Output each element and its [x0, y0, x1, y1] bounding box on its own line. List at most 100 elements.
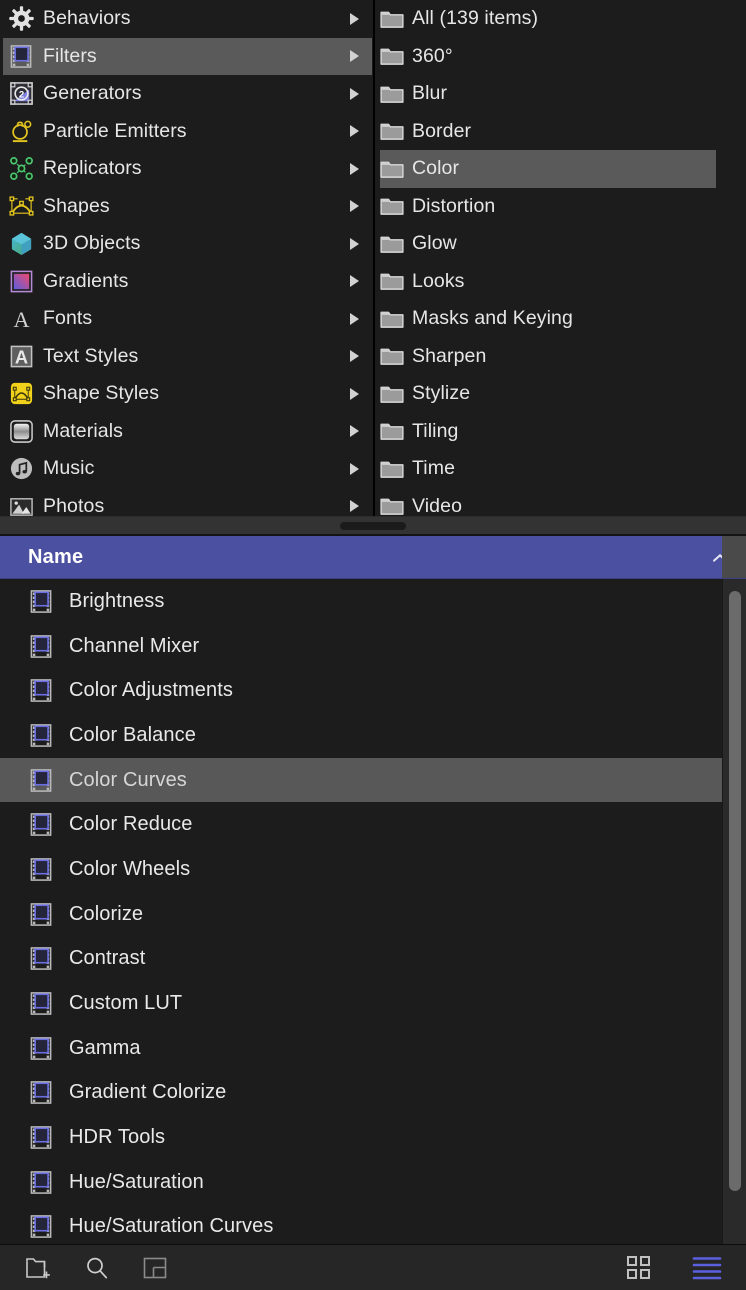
list-item[interactable]: Channel Mixer	[0, 624, 722, 669]
list-item[interactable]: Hue/Saturation	[0, 1160, 722, 1205]
folder-row-time[interactable]: Time	[375, 450, 746, 488]
category-row-text-styles[interactable]: AText Styles	[0, 338, 373, 376]
list-item[interactable]: HDR Tools	[0, 1115, 722, 1160]
list-item-label: Color Curves	[69, 769, 187, 792]
folder-row-blur[interactable]: Blur	[375, 75, 746, 113]
vertical-scrollbar-thumb[interactable]	[729, 591, 741, 1191]
folder-row-tiling[interactable]: Tiling	[375, 413, 746, 451]
list-item-label: Colorize	[69, 903, 143, 926]
filter-folder-list[interactable]: All (139 items) 360° Blur BorderColorDistor…	[375, 0, 746, 516]
category-row-fonts[interactable]: AFonts	[0, 300, 373, 338]
submenu-arrow-icon[interactable]	[350, 50, 359, 62]
folder-row-glow[interactable]: Glow	[375, 225, 746, 263]
submenu-arrow-icon[interactable]	[350, 425, 359, 437]
list-item[interactable]: Color Balance	[0, 713, 722, 758]
toggle-panel-button[interactable]	[132, 1251, 178, 1285]
cube-3d-icon	[8, 231, 34, 257]
submenu-arrow-icon[interactable]	[350, 500, 359, 512]
replicator-icon	[8, 156, 34, 182]
category-label: Gradients	[43, 270, 128, 293]
category-label: Photos	[43, 495, 104, 516]
category-row-music[interactable]: Music	[0, 450, 373, 488]
list-item[interactable]: Color Wheels	[0, 847, 722, 892]
particle-emitter-icon	[8, 118, 34, 144]
submenu-arrow-icon[interactable]	[350, 238, 359, 250]
filter-results-list[interactable]: BrightnessChannel MixerColor Adjustments…	[0, 579, 746, 1244]
list-item[interactable]: Color Adjustments	[0, 668, 722, 713]
category-row-shapes[interactable]: Shapes	[0, 188, 373, 226]
list-item[interactable]: Color Curves	[0, 758, 722, 803]
folder-label: 360°	[412, 45, 453, 68]
category-row-shape-styles[interactable]: Shape Styles	[0, 375, 373, 413]
gear-icon	[8, 6, 34, 32]
submenu-arrow-icon[interactable]	[350, 125, 359, 137]
submenu-arrow-icon[interactable]	[350, 200, 359, 212]
folder-row-all-139-items-[interactable]: All (139 items)	[375, 0, 746, 38]
submenu-arrow-icon[interactable]	[350, 163, 359, 175]
list-item[interactable]: Color Reduce	[0, 802, 722, 847]
folder-icon	[380, 459, 404, 479]
folder-row-stylize[interactable]: Stylize	[375, 375, 746, 413]
list-item[interactable]: Colorize	[0, 892, 722, 937]
name-column-header-label: Name	[28, 546, 83, 569]
list-item-label: HDR Tools	[69, 1126, 165, 1149]
folder-row-distortion[interactable]: Distortion	[375, 188, 746, 226]
category-row-behaviors[interactable]: Behaviors	[0, 0, 373, 38]
folder-label: Stylize	[412, 382, 470, 405]
bottom-toolbar	[0, 1244, 746, 1290]
category-row-3d-objects[interactable]: 3D Objects	[0, 225, 373, 263]
submenu-arrow-icon[interactable]	[350, 275, 359, 287]
list-view-icon	[692, 1255, 722, 1281]
submenu-arrow-icon[interactable]	[350, 313, 359, 325]
filmstrip-filter-icon	[28, 946, 54, 972]
submenu-arrow-icon[interactable]	[350, 13, 359, 25]
list-column-header[interactable]: Name	[0, 536, 746, 579]
list-view-button[interactable]	[684, 1251, 730, 1285]
category-label: Shape Styles	[43, 382, 159, 405]
list-item-label: Custom LUT	[69, 992, 182, 1015]
list-item[interactable]: Gamma	[0, 1026, 722, 1071]
folder-label: Glow	[412, 232, 457, 255]
library-category-list[interactable]: BehaviorsFilters2GeneratorsParticle Emit…	[0, 0, 375, 516]
photo-icon	[8, 493, 34, 516]
folder-row-color[interactable]: Color	[375, 150, 746, 188]
category-row-generators[interactable]: 2Generators	[0, 75, 373, 113]
category-row-gradients[interactable]: Gradients	[0, 263, 373, 301]
category-row-particle-emitters[interactable]: Particle Emitters	[0, 113, 373, 151]
resize-grip[interactable]	[340, 522, 406, 530]
list-item-label: Gamma	[69, 1037, 141, 1060]
category-row-photos[interactable]: Photos	[0, 488, 373, 517]
list-item[interactable]: Gradient Colorize	[0, 1071, 722, 1116]
folder-row-looks[interactable]: Looks	[375, 263, 746, 301]
folder-row-video[interactable]: Video	[375, 488, 746, 517]
pane-divider[interactable]	[0, 516, 746, 536]
submenu-arrow-icon[interactable]	[350, 88, 359, 100]
filmstrip-filter-icon	[28, 633, 54, 659]
folder-label: Blur	[412, 82, 447, 105]
folder-label: Looks	[412, 270, 465, 293]
vertical-scrollbar[interactable]	[722, 579, 746, 1244]
submenu-arrow-icon[interactable]	[350, 350, 359, 362]
submenu-arrow-icon[interactable]	[350, 463, 359, 475]
new-folder-button[interactable]	[16, 1251, 62, 1285]
list-item[interactable]: Custom LUT	[0, 981, 722, 1026]
search-button[interactable]	[74, 1251, 120, 1285]
category-row-replicators[interactable]: Replicators	[0, 150, 373, 188]
grid-view-button[interactable]	[616, 1251, 662, 1285]
folder-row-masks-and-keying[interactable]: Masks and Keying	[375, 300, 746, 338]
list-item[interactable]: Contrast	[0, 937, 722, 982]
submenu-arrow-icon[interactable]	[350, 388, 359, 400]
folder-row-border[interactable]: Border	[375, 113, 746, 151]
category-label: Music	[43, 457, 94, 480]
folder-row-sharpen[interactable]: Sharpen	[375, 338, 746, 376]
folder-row-360-[interactable]: 360°	[375, 38, 746, 76]
list-item[interactable]: Brightness	[0, 579, 722, 624]
filmstrip-filter-icon	[28, 588, 54, 614]
filmstrip-filter-icon	[28, 1214, 54, 1240]
list-item[interactable]: Hue/Saturation Curves	[0, 1205, 722, 1244]
category-row-filters[interactable]: Filters	[0, 38, 373, 76]
category-row-materials[interactable]: Materials	[0, 413, 373, 451]
folder-icon	[380, 84, 404, 104]
filmstrip-filter-icon	[28, 1125, 54, 1151]
folder-label: Masks and Keying	[412, 307, 573, 330]
